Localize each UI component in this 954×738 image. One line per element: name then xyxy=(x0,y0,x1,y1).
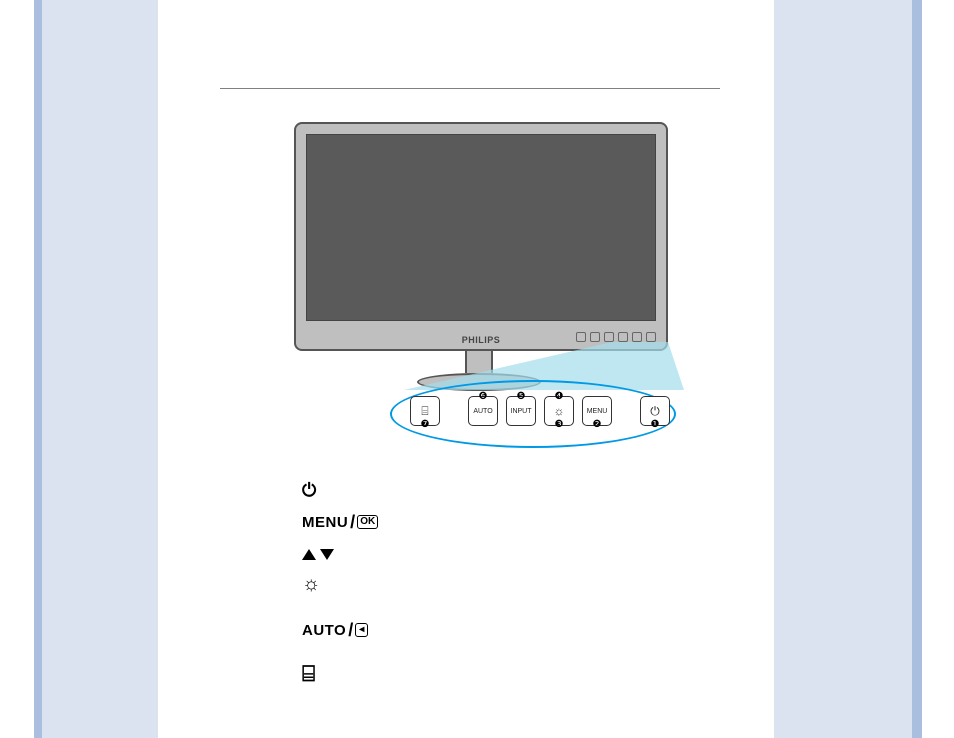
smartimage-icon: ⌸ xyxy=(302,661,315,687)
auto-back-icon: AUTO / ◂ xyxy=(302,620,368,641)
callout-num-4: ❹ xyxy=(553,383,565,411)
menu-text: MENU xyxy=(302,514,348,531)
legend-power: ⏻ xyxy=(302,478,378,502)
icon-legend: ⏻ MENU / OK AUTO / ◂ ⌸ xyxy=(302,478,378,686)
legend-brightness xyxy=(302,574,378,598)
legend-auto: AUTO / ◂ xyxy=(302,618,378,642)
callout-num-5: ❺ xyxy=(515,383,527,411)
document-page: PHILIPS ⌸ ❼ AUTO ❻ INPUT ❺ xyxy=(0,0,954,738)
menu-ok-icon: MENU / OK xyxy=(302,512,378,533)
ok-badge: OK xyxy=(357,515,378,529)
right-stripe-light xyxy=(774,0,912,738)
brightness-button: ☼ ❹ ❸ xyxy=(544,396,574,426)
legend-menu: MENU / OK xyxy=(302,510,378,534)
left-stripe-dark xyxy=(34,0,42,738)
callout-num-6: ❻ xyxy=(477,383,489,411)
auto-text: AUTO xyxy=(302,622,346,639)
callout-num-1: ❶ xyxy=(649,411,661,439)
smartimage-button: ⌸ ❼ xyxy=(410,396,440,426)
monitor-screen xyxy=(306,134,656,321)
arrows-up-down-icon xyxy=(302,549,334,560)
section-divider xyxy=(220,88,720,89)
monitor-bezel: PHILIPS xyxy=(294,122,668,351)
left-stripe-light xyxy=(42,0,158,738)
callout-num-2: ❷ xyxy=(591,411,603,439)
brightness-icon xyxy=(302,576,322,596)
right-stripe-dark xyxy=(912,0,922,738)
power-icon: ⏻ xyxy=(302,480,316,501)
monitor-bezel-buttons xyxy=(576,332,656,342)
back-badge: ◂ xyxy=(355,623,368,637)
auto-button: AUTO ❻ xyxy=(468,396,498,426)
input-button: INPUT ❺ xyxy=(506,396,536,426)
callout-button-row: ⌸ ❼ AUTO ❻ INPUT ❺ ☼ ❹ ❸ MENU ❷ xyxy=(410,396,670,426)
monitor-neck xyxy=(465,351,493,373)
power-button: ⏻ ❶ xyxy=(640,396,670,426)
legend-smartimage: ⌸ xyxy=(302,662,378,686)
callout-num-3: ❸ xyxy=(553,411,565,439)
menu-button: MENU ❷ xyxy=(582,396,612,426)
callout-num-7: ❼ xyxy=(419,411,431,439)
legend-arrows xyxy=(302,542,378,566)
monitor-illustration: PHILIPS xyxy=(294,122,664,391)
